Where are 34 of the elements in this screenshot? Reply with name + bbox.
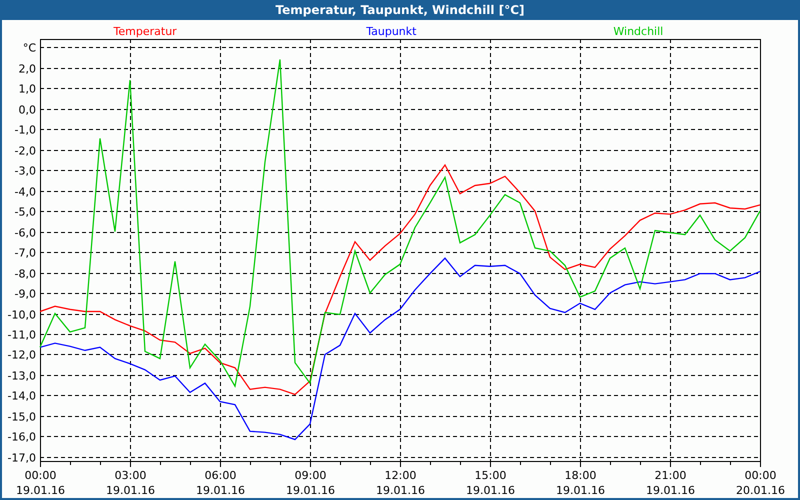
x-axis-label: 12:00 19.01.16 [376,469,425,497]
y-axis-label: -4,0 [14,186,36,198]
y-axis-label: -17,0 [8,452,36,464]
legend-label: Temperatur [114,25,177,38]
y-axis-label: -6,0 [14,226,36,240]
y-axis-label: -2,0 [14,144,36,158]
x-axis-label: 18:00 19.01.16 [556,469,605,497]
x-axis-label: 03:00 19.01.16 [106,469,155,497]
x-axis-label: 09:00 19.01.16 [286,469,335,497]
y-axis-label: -12,0 [8,348,36,362]
x-axis-label: 06:00 19.01.16 [196,469,245,497]
y-axis-label: -11,0 [8,328,36,342]
x-axis-label: 00:00 20.01.16 [736,469,785,497]
y-axis-label: -1,0 [14,124,36,136]
legend-label: Taupunkt [366,25,416,38]
y-axis-label: 1,0 [18,82,36,96]
y-axis-label: -3,0 [14,164,36,178]
legend-label: Windchill [613,25,664,38]
x-axis-label: 00:00 19.01.16 [16,469,65,497]
y-axis-label: 0,0 [18,104,36,116]
y-axis-label: -16,0 [8,430,36,444]
y-axis-label: -10,0 [8,308,36,322]
window-title: Temperatur, Taupunkt, Windchill [°C] [276,2,524,19]
y-axis-label: -15,0 [8,410,36,424]
y-axis-label: -7,0 [14,246,36,260]
x-axis-label: 21:00 19.01.16 [646,469,695,497]
x-axis-label: 15:00 19.01.16 [466,469,515,497]
y-axis-label: -13,0 [8,370,36,382]
y-axis-label: -8,0 [14,268,36,280]
y-axis-label: -14,0 [8,390,36,402]
y-axis-label: -5,0 [14,206,36,218]
y-axis-label: -9,0 [14,288,36,300]
y-axis-label: °C [22,42,36,54]
y-axis-label: 2,0 [18,62,36,76]
